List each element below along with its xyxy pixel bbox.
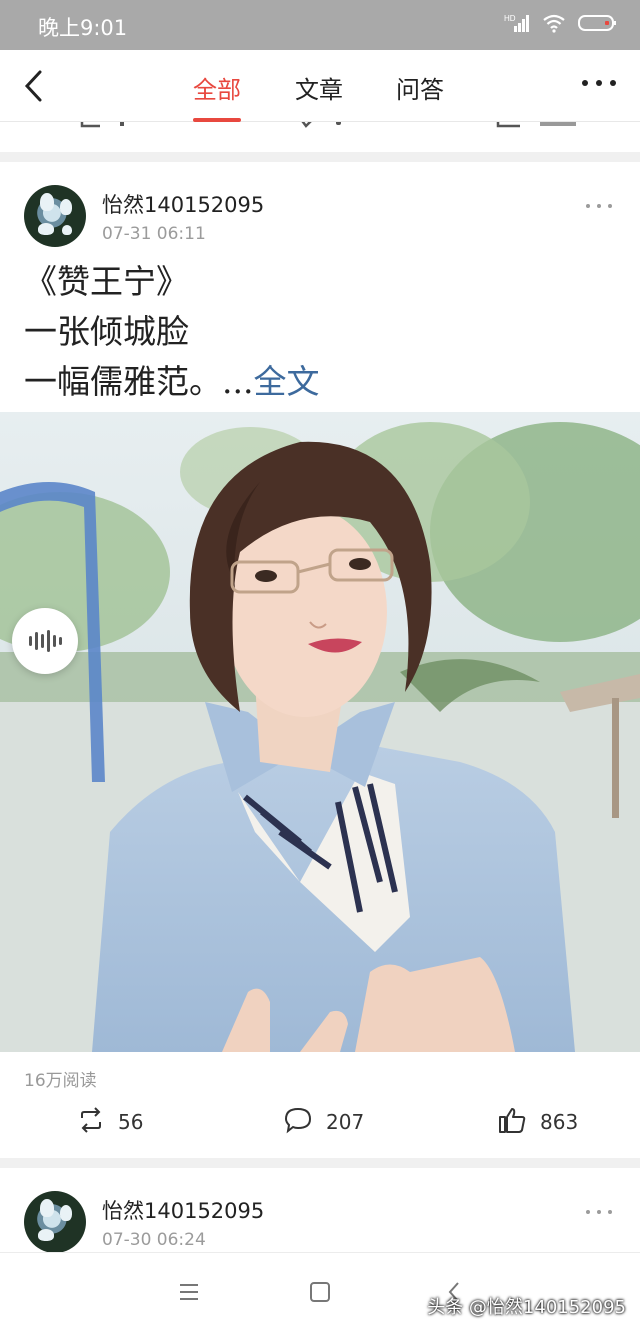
battery-icon [578,13,618,37]
avatar[interactable] [24,1191,86,1252]
more-options-icon[interactable] [586,1209,612,1215]
repost-icon [78,1106,104,1138]
avatar[interactable] [24,185,86,247]
back-icon[interactable] [20,68,50,104]
more-options-icon[interactable] [586,203,612,209]
tab-qa-label: 问答 [396,76,444,104]
post-text-line: 一张倾城脸 [24,312,189,351]
watermark: 头条 @怡然140152095 [427,1297,626,1318]
home-icon[interactable] [307,1279,333,1305]
audio-play-button[interactable] [12,608,78,674]
post-time: 07-30 06:24 [102,1230,206,1250]
full-text-link[interactable]: 全文 [253,362,319,401]
status-bar: 晚上9:01 HD [0,0,640,50]
repost-button[interactable]: 56 [78,1102,143,1142]
network-type-label: HD [504,14,516,23]
previous-post-actions-fragment [0,122,640,152]
read-count: 16万阅读 [24,1071,97,1091]
tab-articles[interactable]: 文章 [295,70,343,122]
post-text-line: 《赞王宁》 [24,262,189,301]
like-button[interactable]: 863 [498,1102,578,1142]
signal-icon: HD [504,13,530,37]
menu-icon[interactable] [176,1279,202,1305]
post-text-line: 一幅儒雅范。... [24,362,254,401]
comment-icon [284,1106,312,1139]
card-separator [0,1158,640,1168]
post-photo[interactable] [0,412,640,1052]
repost-count: 56 [118,1110,144,1134]
post-time: 07-31 06:11 [102,224,206,244]
tab-all[interactable]: 全部 [193,70,241,122]
system-nav-bar: 头条 @怡然140152095 [0,1252,640,1330]
status-time: 晚上9:01 [38,16,128,40]
post-card[interactable]: 怡然140152095 07-30 06:24 [0,1168,640,1252]
username[interactable]: 怡然140152095 [102,189,264,219]
post-text[interactable]: 《赞王宁》 一张倾城脸 一幅儒雅范。...全文 [24,257,319,407]
thumbs-up-icon [498,1106,526,1139]
more-horizontal-icon[interactable] [582,80,616,90]
tab-all-label: 全部 [193,76,241,104]
tab-qa[interactable]: 问答 [396,70,444,122]
card-separator [0,152,640,162]
comment-count: 207 [326,1110,365,1134]
top-nav-bar: 全部 文章 问答 [0,50,640,122]
status-icons: HD [504,14,618,36]
tab-articles-label: 文章 [295,76,343,104]
like-count: 863 [540,1110,579,1134]
username[interactable]: 怡然140152095 [102,1195,264,1225]
wifi-icon [542,13,566,37]
post-card[interactable]: 怡然140152095 07-31 06:11 《赞王宁》 一张倾城脸 一幅儒雅… [0,162,640,1158]
comment-button[interactable]: 207 [284,1102,364,1142]
